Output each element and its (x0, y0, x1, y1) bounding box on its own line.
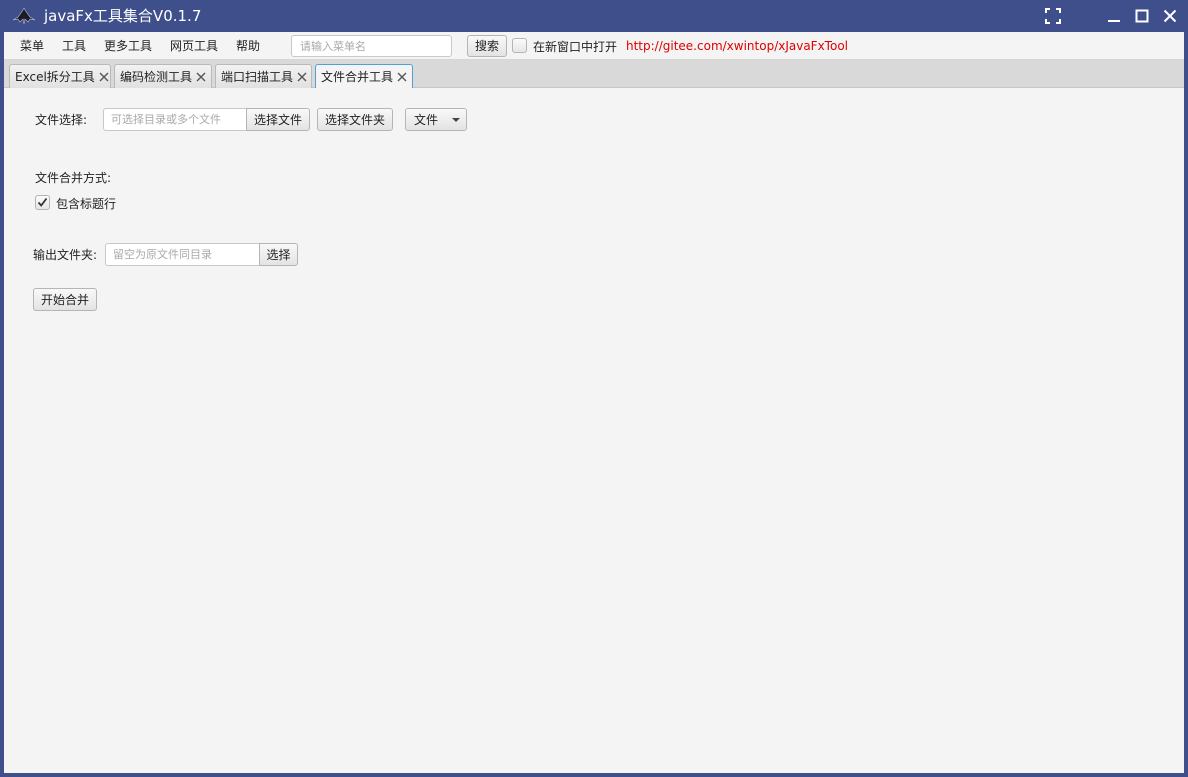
fullscreen-button[interactable] (1042, 5, 1064, 27)
client-area: 菜单 工具 更多工具 网页工具 帮助 搜索 在新窗口中打开 http://git… (4, 32, 1184, 773)
close-icon (1163, 9, 1177, 23)
minimize-icon (1108, 20, 1120, 22)
open-new-window-label: 在新窗口中打开 (533, 40, 618, 54)
file-type-menu-label: 文件 (414, 112, 439, 127)
file-merge-panel: 文件选择: 选择文件 选择文件夹 文件 文件合并方式: 包含标题行 输出文件夹:… (4, 88, 1184, 773)
checkmark-icon (37, 197, 48, 207)
fullscreen-icon (1045, 8, 1061, 24)
output-select-button[interactable]: 选择 (259, 243, 298, 266)
dropdown-arrow-icon (452, 117, 461, 122)
tab-encoding-detect[interactable]: 编码检测工具 (114, 64, 212, 88)
tab-bar: Excel拆分工具 编码检测工具 端口扫描工具 文件合并工具 (4, 60, 1184, 89)
tab-close-icon[interactable] (99, 72, 109, 82)
output-folder-label: 输出文件夹: (33, 248, 98, 262)
app-window: javaFx工具集合V0.1.7 菜单 工具 更多工具 网页工具 帮助 请输入菜… (0, 0, 1188, 777)
tab-close-icon[interactable] (196, 72, 206, 82)
include-header-checkbox[interactable] (35, 195, 50, 210)
tab-label: 编码检测工具 (120, 69, 193, 84)
menu-search-input[interactable] (291, 35, 452, 57)
open-new-window-checkbox[interactable] (512, 38, 527, 53)
close-button[interactable] (1159, 5, 1181, 27)
tab-label: 端口扫描工具 (221, 69, 294, 84)
file-path-input[interactable] (103, 108, 247, 131)
merge-mode-label: 文件合并方式: (35, 171, 112, 185)
maximize-icon (1135, 9, 1149, 23)
project-link[interactable]: http://gitee.com/xwintop/xJavaFxTool (626, 39, 848, 53)
menu-main[interactable]: 菜单 (20, 39, 44, 53)
tab-file-merge[interactable]: 文件合并工具 (315, 64, 413, 89)
tab-label: 文件合并工具 (321, 70, 394, 84)
file-type-menu-button[interactable]: 文件 (405, 108, 467, 131)
output-folder-input[interactable] (105, 243, 260, 266)
select-folder-button[interactable]: 选择文件夹 (317, 108, 393, 131)
maximize-button[interactable] (1131, 5, 1153, 27)
minimize-button[interactable] (1103, 5, 1125, 27)
menu-web-tools[interactable]: 网页工具 (170, 39, 218, 53)
tab-excel-split[interactable]: Excel拆分工具 (9, 64, 111, 88)
tab-close-icon[interactable] (297, 72, 307, 82)
title-bar[interactable]: javaFx工具集合V0.1.7 (0, 0, 1188, 32)
start-merge-button[interactable]: 开始合并 (33, 288, 97, 311)
menu-bar: 菜单 工具 更多工具 网页工具 帮助 搜索 在新窗口中打开 http://git… (4, 32, 1184, 60)
select-file-button[interactable]: 选择文件 (246, 108, 310, 131)
tab-port-scan[interactable]: 端口扫描工具 (215, 64, 312, 88)
window-title: javaFx工具集合V0.1.7 (44, 7, 202, 25)
tab-label: Excel拆分工具 (15, 69, 95, 84)
file-select-label: 文件选择: (35, 113, 88, 127)
menu-tools[interactable]: 工具 (62, 39, 86, 53)
search-button[interactable]: 搜索 (467, 35, 507, 57)
app-logo-icon (12, 7, 36, 25)
menu-help[interactable]: 帮助 (236, 39, 260, 53)
tab-close-icon[interactable] (397, 72, 407, 82)
menu-more-tools[interactable]: 更多工具 (104, 39, 152, 53)
include-header-label: 包含标题行 (56, 197, 117, 211)
